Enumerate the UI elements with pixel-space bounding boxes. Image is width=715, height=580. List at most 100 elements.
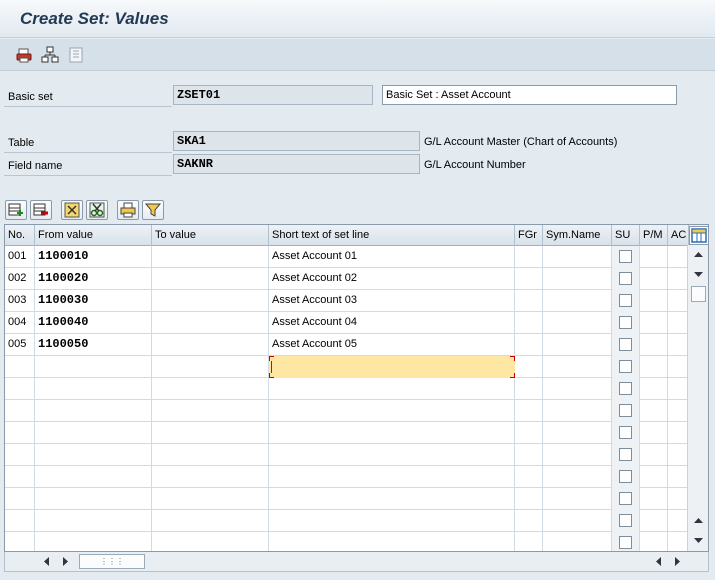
scroll-page-up-icon[interactable] <box>693 515 704 526</box>
vertical-scroll-thumb[interactable] <box>691 286 706 302</box>
ac-cell[interactable] <box>668 422 689 444</box>
scroll-left-icon[interactable] <box>41 556 51 567</box>
pm-cell[interactable] <box>640 246 668 268</box>
from-value-cell[interactable]: 1100030 <box>35 290 152 312</box>
table-row[interactable]: 002 1100020 Asset Account 02 <box>5 268 689 290</box>
empty-table-row[interactable] <box>5 532 689 551</box>
sym-name-cell[interactable] <box>543 290 612 312</box>
hierarchy-icon[interactable] <box>41 46 59 64</box>
sym-name-cell[interactable] <box>543 246 612 268</box>
empty-table-row[interactable] <box>5 510 689 532</box>
su-checkbox[interactable] <box>619 360 632 373</box>
ac-cell[interactable] <box>668 444 689 466</box>
pm-cell[interactable] <box>640 334 668 356</box>
sym-name-cell[interactable] <box>543 268 612 290</box>
pm-cell[interactable] <box>640 444 668 466</box>
ac-cell[interactable] <box>668 334 689 356</box>
short-text-cell[interactable] <box>269 400 515 422</box>
ac-cell[interactable] <box>668 510 689 532</box>
pm-cell[interactable] <box>640 378 668 400</box>
table-row[interactable]: 003 1100030 Asset Account 03 <box>5 290 689 312</box>
print-table-button[interactable] <box>117 200 139 220</box>
column-header-to-value[interactable]: To value <box>152 225 269 246</box>
su-cell[interactable] <box>612 488 640 510</box>
fgr-cell[interactable] <box>515 400 543 422</box>
short-text-cell[interactable] <box>269 510 515 532</box>
pm-cell[interactable] <box>640 422 668 444</box>
sym-name-cell[interactable] <box>543 444 612 466</box>
short-text-cell[interactable] <box>269 532 515 551</box>
column-header-short-text[interactable]: Short text of set line <box>269 225 515 246</box>
fgr-cell[interactable] <box>515 246 543 268</box>
to-value-cell[interactable] <box>152 378 269 400</box>
short-text-cell[interactable]: Asset Account 01 <box>269 246 515 268</box>
su-checkbox[interactable] <box>619 272 632 285</box>
scroll-end-right-icon[interactable] <box>673 556 683 567</box>
delete-row-button[interactable] <box>30 200 52 220</box>
column-header-sym-name[interactable]: Sym.Name <box>543 225 612 246</box>
sym-name-cell[interactable] <box>543 488 612 510</box>
short-text-cell[interactable] <box>269 488 515 510</box>
to-value-cell[interactable] <box>152 400 269 422</box>
fgr-cell[interactable] <box>515 532 543 551</box>
column-header-from-value[interactable]: From value <box>35 225 152 246</box>
ac-cell[interactable] <box>668 400 689 422</box>
fgr-cell[interactable] <box>515 444 543 466</box>
from-value-cell[interactable] <box>35 400 152 422</box>
short-text-cell[interactable] <box>269 378 515 400</box>
short-text-cell[interactable] <box>269 444 515 466</box>
pm-cell[interactable] <box>640 488 668 510</box>
su-checkbox[interactable] <box>619 250 632 263</box>
insert-row-button[interactable] <box>5 200 27 220</box>
sym-name-cell[interactable] <box>543 334 612 356</box>
active-cell[interactable] <box>269 356 515 378</box>
from-value-cell[interactable] <box>35 422 152 444</box>
sym-name-cell[interactable] <box>543 532 612 551</box>
to-value-cell[interactable] <box>152 290 269 312</box>
from-value-cell[interactable] <box>35 532 152 551</box>
to-value-cell[interactable] <box>152 444 269 466</box>
basic-set-description-input[interactable]: Basic Set : Asset Account <box>382 85 677 105</box>
from-value-cell[interactable] <box>35 378 152 400</box>
empty-table-row[interactable] <box>5 488 689 510</box>
pm-cell[interactable] <box>640 268 668 290</box>
su-checkbox[interactable] <box>619 514 632 527</box>
document-icon[interactable] <box>67 46 85 64</box>
column-settings-button[interactable] <box>689 226 708 245</box>
empty-table-row[interactable] <box>5 400 689 422</box>
table-row[interactable]: 004 1100040 Asset Account 04 <box>5 312 689 334</box>
fgr-cell[interactable] <box>515 290 543 312</box>
basic-set-field[interactable]: ZSET01 <box>173 85 373 105</box>
table-field[interactable]: SKA1 <box>173 131 420 151</box>
column-header-fgr[interactable]: FGr <box>515 225 543 246</box>
scroll-up-icon[interactable] <box>693 249 704 260</box>
pm-cell[interactable] <box>640 532 668 551</box>
su-checkbox[interactable] <box>619 448 632 461</box>
su-checkbox[interactable] <box>619 536 632 549</box>
from-value-cell[interactable]: 1100010 <box>35 246 152 268</box>
column-header-ac[interactable]: AC <box>668 225 689 246</box>
pm-cell[interactable] <box>640 312 668 334</box>
su-checkbox[interactable] <box>619 338 632 351</box>
su-checkbox[interactable] <box>619 382 632 395</box>
to-value-cell[interactable] <box>152 334 269 356</box>
empty-table-row[interactable] <box>5 444 689 466</box>
fgr-cell[interactable] <box>515 334 543 356</box>
pm-cell[interactable] <box>640 400 668 422</box>
su-checkbox[interactable] <box>619 470 632 483</box>
field-name-field[interactable]: SAKNR <box>173 154 420 174</box>
from-value-cell[interactable] <box>35 488 152 510</box>
su-cell[interactable] <box>612 400 640 422</box>
to-value-cell[interactable] <box>152 466 269 488</box>
su-cell[interactable] <box>612 422 640 444</box>
su-checkbox[interactable] <box>619 492 632 505</box>
fgr-cell[interactable] <box>515 356 543 378</box>
empty-table-row[interactable] <box>5 378 689 400</box>
pm-cell[interactable] <box>640 466 668 488</box>
from-value-cell[interactable]: 1100020 <box>35 268 152 290</box>
fgr-cell[interactable] <box>515 312 543 334</box>
scroll-right-icon[interactable] <box>61 556 71 567</box>
table-row[interactable]: 001 1100010 Asset Account 01 <box>5 246 689 268</box>
su-cell[interactable] <box>612 378 640 400</box>
ac-cell[interactable] <box>668 378 689 400</box>
